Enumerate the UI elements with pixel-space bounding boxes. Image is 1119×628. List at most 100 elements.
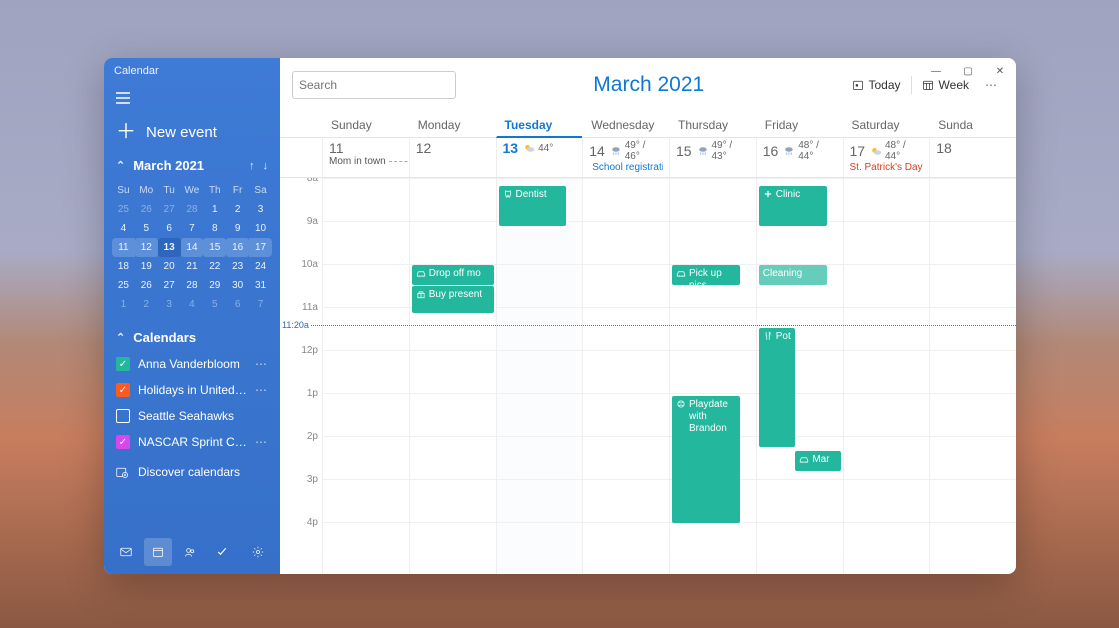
day-header[interactable]: Saturday [843,112,930,137]
event-block[interactable]: Buy present [412,286,494,314]
calendar-checkbox[interactable]: ✓ [116,357,130,371]
mini-cal-day[interactable]: 5 [203,295,226,314]
event-block[interactable]: Cleaning [759,265,827,285]
search-input[interactable] [299,78,454,92]
mini-cal-day[interactable]: 10 [249,219,272,238]
day-column[interactable] [929,178,1016,574]
mini-cal-day[interactable]: 31 [249,276,272,295]
calendar-checkbox[interactable]: ✓ [116,383,130,397]
mini-cal-day[interactable]: 5 [135,219,158,238]
mini-cal-day[interactable]: 1 [112,295,135,314]
day-column[interactable]: Clinic Cleaning Potl Mar [756,178,843,574]
mini-cal-day[interactable]: 16 [226,238,249,257]
date-cell[interactable]: 1648° / 44° [756,138,843,177]
hamburger-button[interactable] [104,84,280,112]
date-cell[interactable]: 1549° / 43° [669,138,756,177]
mini-cal-day[interactable]: 26 [135,276,158,295]
day-column[interactable] [582,178,669,574]
mini-cal-day[interactable]: 27 [158,200,181,219]
mini-cal-day[interactable]: 4 [181,295,204,314]
maximize-button[interactable]: ▢ [952,58,984,84]
todo-nav-button[interactable] [208,538,236,566]
calendar-item[interactable]: Seattle Seahawks [112,403,272,429]
mini-cal-day[interactable]: 1 [203,200,226,219]
mini-cal-day[interactable]: 18 [112,257,135,276]
day-column[interactable]: Drop off moBuy present [409,178,496,574]
prev-month-button[interactable]: ↑ [249,160,255,172]
mini-cal-day[interactable]: 21 [181,257,204,276]
allday-event[interactable]: School registrati [589,162,663,173]
mini-cal-day[interactable]: 27 [158,276,181,295]
mini-cal-day[interactable]: 12 [135,238,158,257]
calendar-checkbox[interactable] [116,409,130,423]
mini-cal-day[interactable]: 22 [203,257,226,276]
mini-cal-day[interactable]: 6 [226,295,249,314]
event-block[interactable]: Mar [795,451,840,471]
day-header[interactable]: Sunday [322,112,409,137]
event-block[interactable]: Dentist [499,186,567,226]
mini-cal-day[interactable]: 15 [203,238,226,257]
calendar-item[interactable]: ✓NASCAR Sprint Cup⋯ [112,429,272,455]
mini-cal-day[interactable]: 3 [158,295,181,314]
date-cell[interactable]: 12 [409,138,496,177]
mini-cal-day[interactable]: 29 [203,276,226,295]
mini-cal-day[interactable]: 2 [226,200,249,219]
mini-cal-day[interactable]: 4 [112,219,135,238]
day-column[interactable] [322,178,409,574]
mail-nav-button[interactable] [112,538,140,566]
discover-calendars-button[interactable]: Discover calendars [104,455,280,489]
mini-cal-day[interactable]: 11 [112,238,135,257]
mini-cal-day[interactable]: 25 [112,200,135,219]
mini-cal-day[interactable]: 7 [249,295,272,314]
date-cell[interactable]: 11Mom in town [322,138,409,177]
mini-cal-day[interactable]: 24 [249,257,272,276]
calendars-header[interactable]: ⌃ Calendars [104,320,280,351]
today-button[interactable]: Today [842,74,911,96]
people-nav-button[interactable] [176,538,204,566]
event-block[interactable]: Potl [759,328,796,447]
mini-cal-day[interactable]: 6 [158,219,181,238]
search-box[interactable] [292,71,456,99]
mini-cal-day[interactable]: 23 [226,257,249,276]
collapse-month-icon[interactable]: ⌃ [116,159,125,172]
calendar-item[interactable]: ✓Holidays in United States⋯ [112,377,272,403]
minimize-button[interactable]: — [920,58,952,84]
mini-cal-day[interactable]: 13 [158,238,181,257]
day-header[interactable]: Tuesday [496,112,583,138]
new-event-button[interactable]: ＋ New event [104,112,280,152]
day-column[interactable]: Dentist [496,178,583,574]
mini-cal-day[interactable]: 30 [226,276,249,295]
calendar-nav-button[interactable] [144,538,172,566]
mini-cal-day[interactable]: 19 [135,257,158,276]
event-block[interactable]: Clinic [759,186,827,226]
day-header[interactable]: Friday [756,112,843,137]
mini-cal-day[interactable]: 28 [181,200,204,219]
next-month-button[interactable]: ↓ [263,160,269,172]
mini-cal-day[interactable]: 28 [181,276,204,295]
day-header[interactable]: Monday [409,112,496,137]
mini-cal-day[interactable]: 26 [135,200,158,219]
date-cell[interactable]: 18 [929,138,1016,177]
day-header[interactable]: Wednesday [582,112,669,137]
mini-cal-day[interactable]: 25 [112,276,135,295]
close-button[interactable]: ✕ [984,58,1016,84]
day-column[interactable] [843,178,930,574]
mini-cal-day[interactable]: 20 [158,257,181,276]
date-cell[interactable]: 1344° [496,138,583,177]
settings-nav-button[interactable] [244,538,272,566]
mini-cal-day[interactable]: 8 [203,219,226,238]
calendar-item[interactable]: ✓Anna Vanderbloom⋯ [112,351,272,377]
day-header[interactable]: Sunda [929,112,1016,137]
calendar-more-button[interactable]: ⋯ [255,383,268,397]
event-block[interactable]: Pick up pics [672,265,740,285]
event-block[interactable]: Playdate with Brandon [672,396,740,523]
calendar-more-button[interactable]: ⋯ [255,435,268,449]
date-cell[interactable]: 1449° / 46°School registrati [582,138,669,177]
calendar-more-button[interactable]: ⋯ [255,357,268,371]
allday-event[interactable]: St. Patrick's Day [850,162,924,173]
mini-cal-day[interactable]: 17 [249,238,272,257]
date-cell[interactable]: 1748° / 44°St. Patrick's Day [843,138,930,177]
mini-cal-day[interactable]: 7 [181,219,204,238]
calendar-checkbox[interactable]: ✓ [116,435,130,449]
mini-cal-day[interactable]: 9 [226,219,249,238]
